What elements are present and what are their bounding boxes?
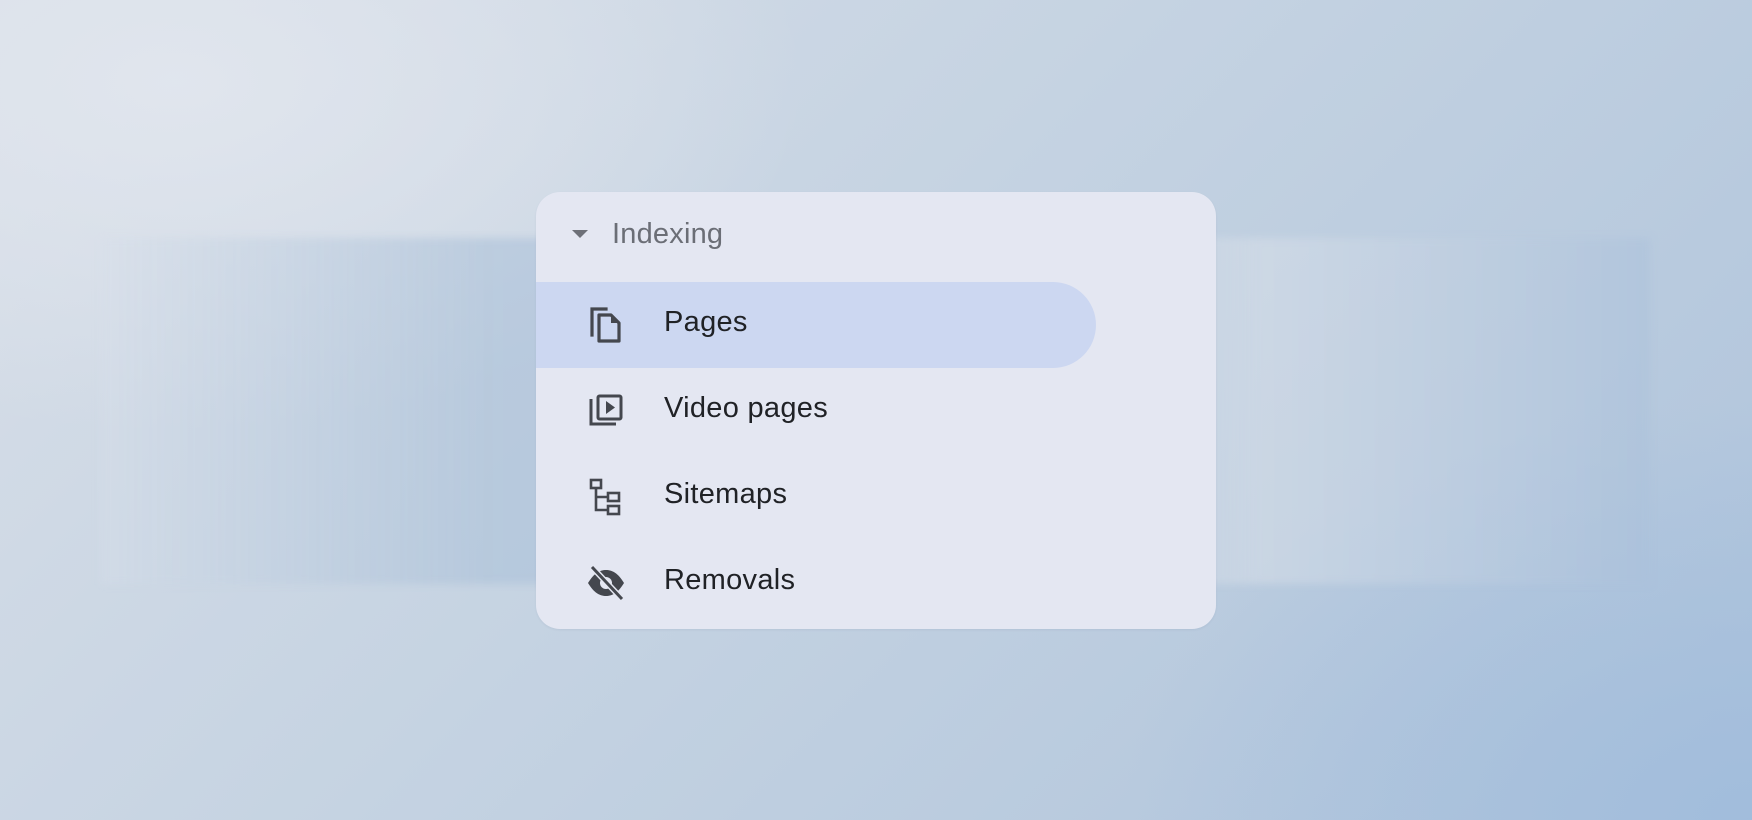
nav-item-removals[interactable]: Removals	[536, 540, 1096, 626]
nav-item-label: Video pages	[664, 392, 829, 424]
indexing-nav-panel: Indexing Pages Video pages Sitemaps Remo…	[536, 192, 1216, 629]
nav-item-video-pages[interactable]: Video pages	[536, 368, 1096, 454]
nav-item-label: Sitemaps	[664, 478, 788, 510]
nav-item-pages[interactable]: Pages	[536, 282, 1096, 368]
video-pages-icon	[589, 394, 623, 426]
visibility-off-icon	[588, 564, 625, 602]
indexing-section-header[interactable]: Indexing	[536, 214, 1216, 254]
nav-item-label: Removals	[664, 564, 796, 596]
pages-icon	[590, 307, 621, 343]
nav-item-label: Pages	[664, 306, 748, 338]
caret-down-icon	[572, 230, 588, 238]
nav-item-sitemaps[interactable]: Sitemaps	[536, 454, 1096, 540]
sitemap-icon	[589, 478, 621, 516]
section-title: Indexing	[612, 218, 724, 250]
